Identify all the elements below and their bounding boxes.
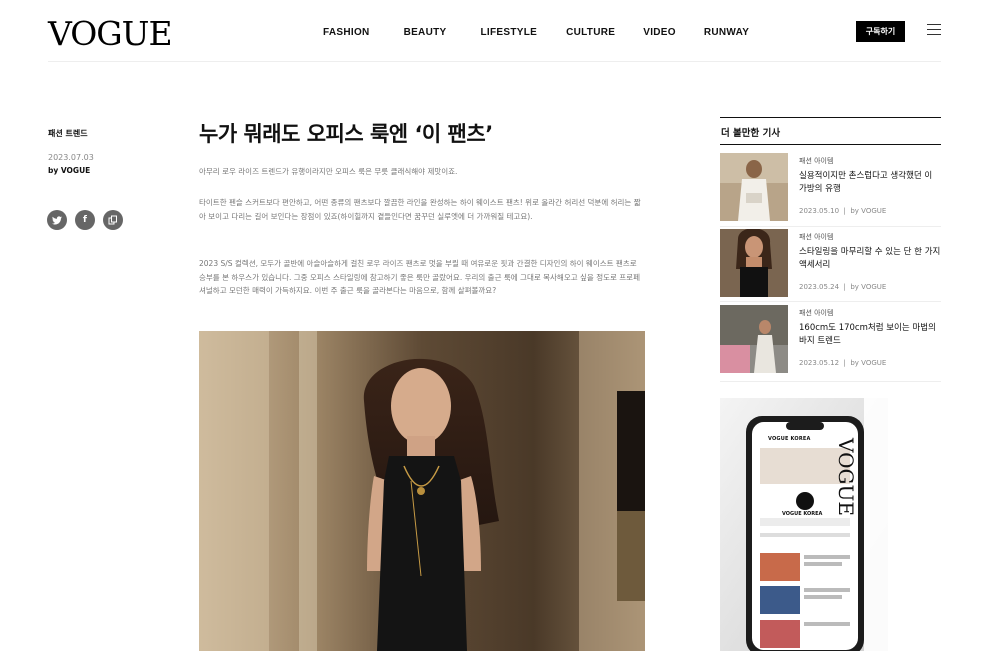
article-header: 누가 뭐래도 오피스 룩엔 ‘이 팬츠’ [199,118,645,148]
menu-icon[interactable] [927,24,941,36]
related-article-title[interactable]: 스타일링을 마무리할 수 있는 단 한 가지 액세서리 [799,246,941,272]
article-author: by VOGUE [48,166,91,175]
related-article-category[interactable]: 패션 아이템 [799,232,833,242]
copy-link-icon[interactable] [103,210,123,230]
sidebar-top-rule [720,117,941,118]
related-article-thumbnail[interactable] [720,153,788,221]
article-date: 2023.07.03 [48,153,94,162]
vogue-logo[interactable]: VOGUE [48,14,173,53]
related-article-thumbnail[interactable] [720,229,788,297]
related-article-date: 2023.05.12 | by VOGUE [799,359,887,367]
sidebar-heading: 더 볼만한 기사 [721,128,781,139]
nav-beauty[interactable]: BEAUTY [404,27,447,38]
twitter-icon[interactable] [47,210,67,230]
related-article-title[interactable]: 실용적이지만 촌스럽다고 생각했던 이 가방의 유행 [799,170,941,196]
header-divider [48,61,941,62]
nav-lifestyle[interactable]: LIFESTYLE [480,27,537,38]
related-article-thumbnail[interactable] [720,305,788,373]
related-article-date: 2023.05.24 | by VOGUE [799,283,887,291]
article-paragraph: 아무리 로우 라이즈 트렌드가 유행이라지만 오피스 룩은 무릇 클래식해야 제… [199,167,458,176]
nav-video[interactable]: VIDEO [643,27,676,38]
facebook-icon[interactable]: f [75,210,95,230]
article-meta: 패션 트렌드 2023.07.03 by VOGUE [48,128,168,175]
article-hero-image [199,331,645,651]
article-title: 누가 뭐래도 오피스 룩엔 ‘이 팬츠’ [199,122,493,146]
share-buttons: f [47,210,123,230]
main-nav: FASHION BEAUTY LIFESTYLE CULTURE VIDEO R… [323,27,749,38]
card-divider [720,301,941,302]
ad-app-header: VOGUE KOREA [768,436,811,442]
sidebar-heading-rule [720,144,941,145]
related-article-category[interactable]: 패션 아이템 [799,308,833,318]
card-divider [720,381,941,382]
article-category[interactable]: 패션 트렌드 [48,128,168,139]
nav-fashion[interactable]: FASHION [323,27,370,38]
nav-culture[interactable]: CULTURE [566,27,615,38]
related-article-card[interactable]: 패션 아이템 160cm도 170cm처럼 보이는 마법의 바지 트렌드 202… [720,305,941,373]
article-paragraph: 타이트한 펜슬 스커트보다 편안하고, 어떤 종류의 팬츠보다 깔끔한 라인을 … [199,198,641,221]
related-article-date: 2023.05.10 | by VOGUE [799,207,887,215]
site-header: VOGUE FASHION BEAUTY LIFESTYLE CULTURE V… [0,0,1000,62]
subscribe-button[interactable]: 구독하기 [856,21,905,42]
related-article-title[interactable]: 160cm도 170cm처럼 보이는 마법의 바지 트렌드 [799,322,941,348]
ad-vertical-logo: VOGUE [834,438,858,516]
related-article-card[interactable]: 패션 아이템 스타일링을 마무리할 수 있는 단 한 가지 액세서리 2023.… [720,229,941,297]
article-paragraph: 2023 S/S 컬렉션, 모두가 골반에 아슬아슬하게 걸친 로우 라이즈 팬… [199,259,640,295]
nav-runway[interactable]: RUNWAY [704,27,749,38]
ad-app-title: VOGUE KOREA [782,511,823,517]
related-article-card[interactable]: 패션 아이템 실용적이지만 촌스럽다고 생각했던 이 가방의 유행 2023.0… [720,153,941,221]
app-ad-banner[interactable]: VOGUE KOREA VOGUE KOREA VOGUE [720,398,888,651]
related-article-category[interactable]: 패션 아이템 [799,156,833,166]
card-divider [720,226,941,227]
